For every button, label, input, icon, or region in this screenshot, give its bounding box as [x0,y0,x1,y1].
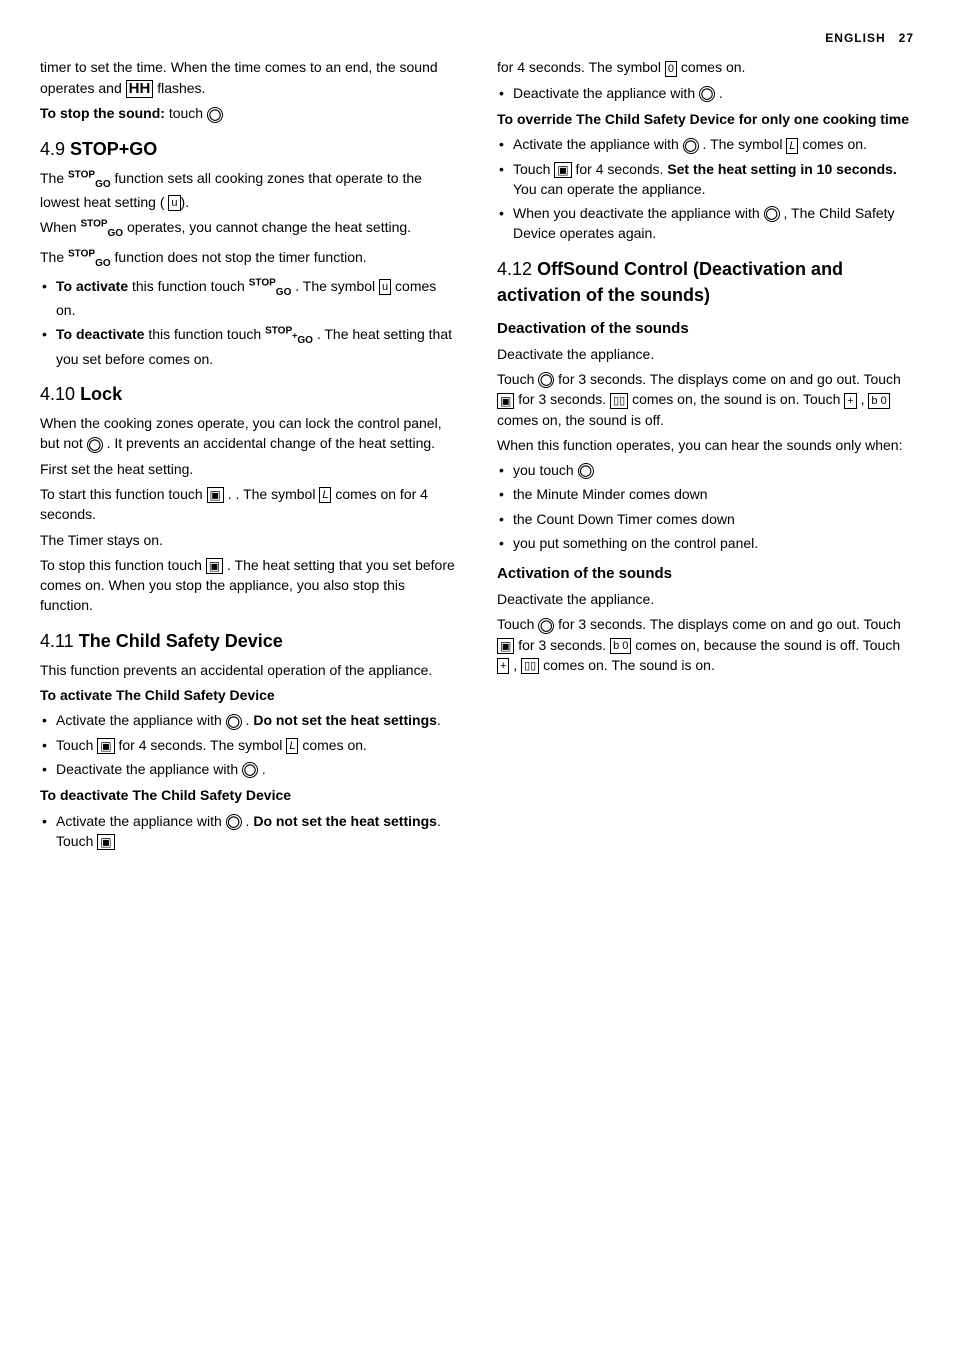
s411-deact-more-bullets: Deactivate the appliance with ◯ . [497,83,914,103]
plus-icon-deact: + [844,393,856,409]
deact-b3: the Count Down Timer comes down [497,509,914,529]
stopgo-icon2: STOP [80,219,107,230]
power-icon-410: ◯ [87,437,103,453]
s49-p2: When STOPGO operates, you cannot change … [40,217,457,241]
deact-sounds-title: Deactivation of the sounds [497,318,914,340]
panel-lock-icon-start: ▣ [207,487,224,503]
s410-p4: The Timer stays on. [40,530,457,550]
deact-b4: you put something on the control panel. [497,533,914,553]
section-411-title: 4.11 The Child Safety Device [40,628,457,654]
s411-deactivate-bullets: Activate the appliance with ◯ . Do not s… [40,811,457,852]
section-412-title: 4.12 OffSound Control (Deactivation and … [497,256,914,308]
s411-deactivate-head: To deactivate The Child Safety Device [40,785,457,805]
left-column: timer to set the time. When the time com… [0,57,477,857]
deact-p1: Deactivate the appliance. [497,344,914,364]
s411-p1: This function prevents an accidental ope… [40,660,457,680]
s49-p1: The STOPGO function sets all cooking zon… [40,168,457,213]
stopgo-icon1: STOP [68,169,95,180]
s411-deact-b1: Activate the appliance with ◯ . Do not s… [40,811,457,852]
s410-p3: To start this function touch ▣ . . The s… [40,484,457,525]
s411-act-b3: Deactivate the appliance with ◯ . [40,759,457,779]
deact-p2: Touch ◯ for 3 seconds. The displays come… [497,369,914,430]
deact-b1: you touch ◯ [497,460,914,480]
deact-b2: the Minute Minder comes down [497,484,914,504]
power-icon-deact-b1: ◯ [578,463,594,479]
page-header: ENGLISH 27 [0,30,954,57]
zero-icon-cont: 0 [665,61,677,77]
deact-bullets: you touch ◯ the Minute Minder comes down… [497,460,914,553]
s411-override-head: To override The Child Safety Device for … [497,109,914,129]
section-410-title: 4.10 Lock [40,381,457,407]
l-icon-ov1: L [786,138,798,154]
right-column: for 4 seconds. The symbol 0 comes on. De… [477,57,954,857]
power-icon-deact-b2: ◯ [699,86,715,102]
page: ENGLISH 27 timer to set the time. When t… [0,0,954,1352]
page-number: 27 [899,31,914,45]
s411-activate-head: To activate The Child Safety Device [40,685,457,705]
s49-bullet2: To deactivate this function touch STOP+G… [40,324,457,369]
s49-bullets: To activate this function touch STOPGO .… [40,276,457,369]
power-icon-ov3: ◯ [764,206,780,222]
panel-icon-deact: ▣ [497,393,514,409]
power-icon-act: ◯ [538,618,554,634]
intro-para: timer to set the time. When the time com… [40,57,457,98]
s411-act-b1: Activate the appliance with ◯ . Do not s… [40,710,457,730]
stopgo-icon-b1: STOP [249,277,276,288]
power-icon-s411d1: ◯ [226,814,242,830]
bb-icon-act: ▯▯ [521,658,539,674]
l-icon-s411b2: L [286,738,298,754]
l-icon-410: L [319,487,331,503]
s410-p1: When the cooking zones operate, you can … [40,413,457,454]
s49-p3: The STOPGO function does not stop the ti… [40,247,457,271]
stopgo-icon3: STOP [68,248,95,259]
comma-deact: , [861,391,865,407]
act-p2: Touch ◯ for 3 seconds. The displays come… [497,614,914,675]
s411-cont-para: for 4 seconds. The symbol 0 comes on. [497,57,914,77]
lang-label: ENGLISH [825,31,885,45]
plus-icon-act: + [497,658,509,674]
s49-bullet1: To activate this function touch STOPGO .… [40,276,457,321]
panel-lock-icon-stop: ▣ [206,558,223,574]
s411-ov-b1: Activate the appliance with ◯ . The symb… [497,134,914,154]
hh-icon: HH [126,80,154,99]
u-icon: u [168,195,180,211]
stop-sound-line: To stop the sound: touch ◯ [40,103,457,123]
s410-p2: First set the heat setting. [40,459,457,479]
section-49-title: 4.9 STOP+GO [40,136,457,162]
s411-activate-bullets: Activate the appliance with ◯ . Do not s… [40,710,457,779]
deact-p4: When this function operates, you can hea… [497,435,914,455]
b0-icon-act: b 0 [610,638,631,654]
s411-deact-b2: Deactivate the appliance with ◯ . [497,83,914,103]
bb-icon-deact: ▯▯ [610,393,628,409]
panel-icon-ov2: ▣ [554,162,571,178]
power-icon-s411b3: ◯ [242,762,258,778]
s411-ov-b3: When you deactivate the appliance with ◯… [497,203,914,244]
act-p1: Deactivate the appliance. [497,589,914,609]
panel-icon-act: ▣ [497,638,514,654]
power-icon-inline: ◯ [207,107,223,123]
main-columns: timer to set the time. When the time com… [0,57,954,857]
act-sounds-title: Activation of the sounds [497,563,914,585]
panel-icon-s411d1: ▣ [97,834,114,850]
stopgo-icon-b2: STOP [265,326,292,337]
power-icon-deact: ◯ [538,372,554,388]
u-icon-b1: u [379,279,391,295]
panel-icon-s411b2: ▣ [97,738,114,754]
s410-p5: To stop this function touch ▣ . The heat… [40,555,457,616]
power-icon-s411b1: ◯ [226,714,242,730]
s411-ov-b2: Touch ▣ for 4 seconds. Set the heat sett… [497,159,914,200]
s411-act-b2: Touch ▣ for 4 seconds. The symbol L come… [40,735,457,755]
comma-act: , [513,657,517,673]
s411-override-bullets: Activate the appliance with ◯ . The symb… [497,134,914,243]
power-icon-ov1: ◯ [683,138,699,154]
b0-icon-deact: b 0 [868,393,889,409]
